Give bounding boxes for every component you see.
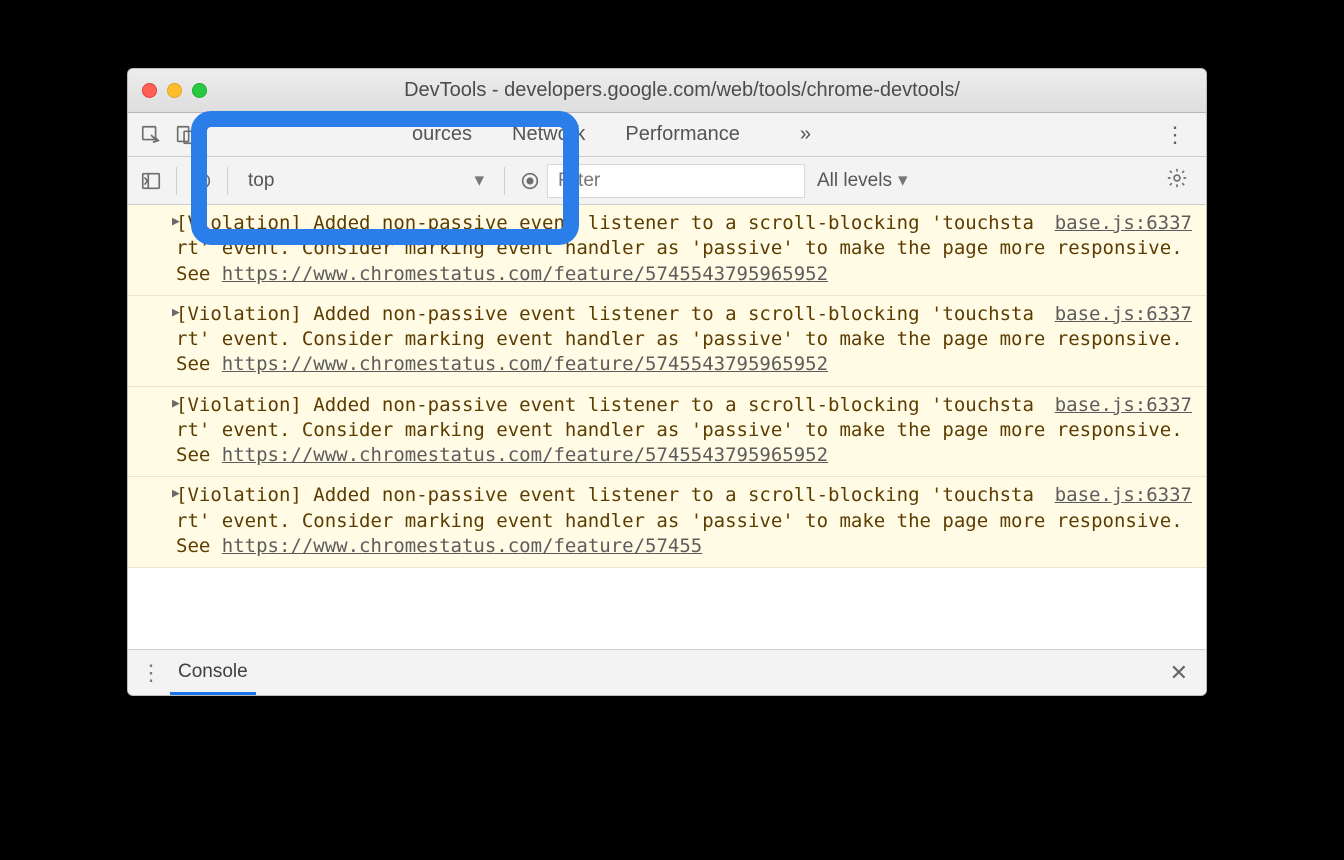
execution-context-select[interactable]: top ▾ — [236, 165, 496, 197]
drawer-menu-icon[interactable]: ⋮ — [138, 660, 170, 686]
source-link[interactable]: base.js:6337 — [1055, 393, 1192, 418]
inspect-element-icon[interactable] — [134, 118, 168, 152]
expand-arrow-icon[interactable]: ▶ — [172, 485, 180, 502]
zoom-window-button[interactable] — [192, 83, 207, 98]
source-link[interactable]: base.js:6337 — [1055, 211, 1192, 236]
log-levels-select[interactable]: All levels ▾ — [805, 169, 920, 192]
console-settings-icon[interactable] — [1154, 167, 1200, 194]
separator — [504, 167, 505, 195]
source-link[interactable]: base.js:6337 — [1055, 483, 1192, 508]
close-window-button[interactable] — [142, 83, 157, 98]
drawer: ⋮ Console ✕ — [128, 649, 1206, 695]
main-menu-icon[interactable]: ⋮ — [1150, 122, 1200, 148]
tab-network[interactable]: Network — [512, 123, 585, 146]
device-toolbar-icon[interactable] — [168, 118, 202, 152]
console-message: ▶base.js:6337[Violation] Added non-passi… — [128, 387, 1206, 478]
console-toolbar: top ▾ All levels ▾ — [128, 157, 1206, 205]
show-console-sidebar-icon[interactable] — [134, 164, 168, 198]
tab-performance[interactable]: Performance — [625, 123, 740, 146]
live-expression-icon[interactable] — [513, 164, 547, 198]
message-link[interactable]: https://www.chromestatus.com/feature/574… — [222, 353, 828, 375]
message-link[interactable]: https://www.chromestatus.com/feature/574… — [222, 263, 828, 285]
titlebar: DevTools - developers.google.com/web/too… — [128, 69, 1206, 113]
context-label: top — [248, 170, 274, 192]
console-message: ▶base.js:6337[Violation] Added non-passi… — [128, 477, 1206, 568]
message-link[interactable]: https://www.chromestatus.com/feature/574… — [222, 444, 828, 466]
expand-arrow-icon[interactable]: ▶ — [172, 213, 180, 230]
console-message: ▶base.js:6337[Violation] Added non-passi… — [128, 205, 1206, 296]
dropdown-caret-icon: ▾ — [474, 169, 484, 192]
devtools-window: DevTools - developers.google.com/web/too… — [127, 68, 1207, 696]
traffic-lights — [142, 83, 207, 98]
separator — [176, 167, 177, 195]
console-messages: ▶base.js:6337[Violation] Added non-passi… — [128, 205, 1206, 649]
close-drawer-icon[interactable]: ✕ — [1162, 660, 1196, 686]
dropdown-caret-icon: ▾ — [898, 169, 908, 192]
tab-sources[interactable]: ources — [412, 123, 472, 146]
drawer-tab-console[interactable]: Console — [170, 651, 256, 695]
separator — [227, 167, 228, 195]
main-tab-bar: ources Network Performance » ⋮ — [128, 113, 1206, 157]
levels-label: All levels — [817, 170, 892, 192]
source-link[interactable]: base.js:6337 — [1055, 302, 1192, 327]
expand-arrow-icon[interactable]: ▶ — [172, 395, 180, 412]
console-message: ▶base.js:6337[Violation] Added non-passi… — [128, 296, 1206, 387]
filter-input[interactable] — [547, 164, 805, 198]
window-title: DevTools - developers.google.com/web/too… — [232, 79, 1192, 102]
more-tabs-icon[interactable]: » — [780, 123, 831, 146]
minimize-window-button[interactable] — [167, 83, 182, 98]
clear-console-icon[interactable] — [185, 164, 219, 198]
expand-arrow-icon[interactable]: ▶ — [172, 304, 180, 321]
message-link[interactable]: https://www.chromestatus.com/feature/574… — [222, 535, 702, 557]
